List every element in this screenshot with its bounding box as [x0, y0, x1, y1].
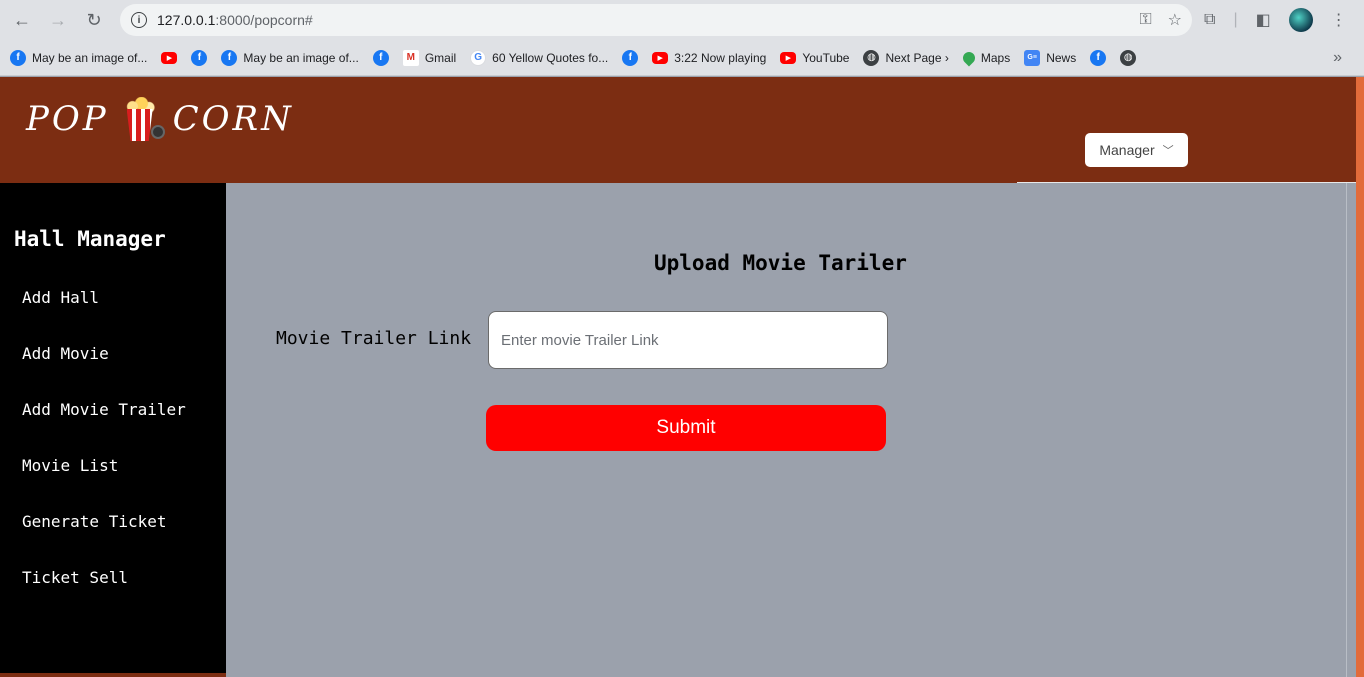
form-title: Upload Movie Tariler [654, 251, 907, 275]
sidebar: Hall Manager Add Hall Add Movie Add Movi… [0, 183, 226, 677]
bookmark-item[interactable]: f [622, 49, 639, 66]
menu-dots-icon[interactable]: ⋮ [1331, 10, 1347, 30]
toolbar-divider: | [1233, 11, 1238, 28]
bookmark-label: 3:22 Now playing [674, 50, 767, 65]
bookmark-label: May be an image of... [32, 50, 148, 65]
youtube-icon: ▶ [161, 51, 178, 64]
url-text[interactable]: 127.0.0.1:8000/popcorn# [157, 12, 313, 28]
sidebar-item-add-movie-trailer[interactable]: Add Movie Trailer [22, 400, 186, 419]
app-header: POP CORN Manager ﹀ [0, 77, 1356, 183]
bookmark-label: May be an image of... [243, 50, 359, 65]
address-bar[interactable]: i 127.0.0.1:8000/popcorn# ⚿ ☆ [120, 4, 1192, 36]
bookmark-item[interactable]: f May be an image of... [10, 49, 148, 66]
reload-icon[interactable]: ↻ [76, 2, 112, 38]
bookmark-item[interactable]: Maps [960, 49, 1011, 66]
chevron-down-icon: ﹀ [1162, 145, 1174, 157]
extensions-icon[interactable]: ⧉ [1204, 11, 1215, 29]
bookmark-label: News [1046, 50, 1077, 65]
sidebar-title: Hall Manager [14, 227, 166, 251]
forward-arrow-icon[interactable]: → [40, 2, 76, 38]
submit-button[interactable]: Submit [486, 405, 886, 451]
manager-dropdown[interactable]: Manager ﹀ [1085, 133, 1188, 167]
facebook-icon: f [1090, 49, 1107, 66]
sidebar-item-movie-list[interactable]: Movie List [22, 456, 118, 475]
sidebar-item-ticket-sell[interactable]: Ticket Sell [22, 568, 128, 587]
bookmark-item[interactable]: ▶ [161, 51, 178, 64]
profile-avatar[interactable] [1288, 8, 1313, 32]
facebook-icon: f [221, 49, 238, 66]
bookmark-label: Maps [980, 50, 1011, 65]
back-arrow-icon[interactable]: ← [4, 2, 40, 38]
news-icon: G≡ [1024, 49, 1041, 66]
trailer-link-input[interactable] [488, 311, 888, 369]
logo-text-right: CORN [172, 99, 294, 139]
sidebar-bottom-edge [0, 673, 226, 677]
facebook-icon: f [10, 49, 26, 66]
popcorn-logo[interactable]: POP CORN [26, 95, 294, 143]
manager-label: Manager [1099, 142, 1155, 158]
bookmark-star-icon[interactable]: ☆ [1168, 10, 1182, 30]
google-icon: G [470, 49, 487, 66]
bookmark-item[interactable]: ◍ [1120, 49, 1137, 66]
logo-text-left: POP [26, 99, 109, 139]
sidebar-item-generate-ticket[interactable]: Generate Ticket [22, 512, 167, 531]
browser-toolbar: ← → ↻ i 127.0.0.1:8000/popcorn# ⚿ ☆ ⧉ | … [0, 0, 1364, 40]
password-key-icon[interactable]: ⚿ [1139, 11, 1151, 29]
bookmark-label: Gmail [424, 50, 457, 65]
youtube-icon: ▶ [652, 51, 669, 64]
site-info-icon[interactable]: i [124, 12, 154, 28]
scrollbar[interactable] [1346, 183, 1356, 677]
sidebar-item-add-movie[interactable]: Add Movie [22, 344, 109, 363]
url-path: :8000/popcorn# [215, 12, 313, 28]
bookmark-item[interactable]: ▶ YouTube [780, 51, 849, 65]
globe-icon: ◍ [863, 49, 880, 66]
url-host: 127.0.0.1 [157, 12, 216, 28]
bookmark-item[interactable]: G 60 Yellow Quotes fo... [470, 49, 609, 66]
gmail-icon: M [402, 49, 419, 66]
facebook-icon: f [191, 49, 208, 66]
chevron-double-right-icon[interactable]: » [1333, 40, 1342, 76]
bookmark-item[interactable]: f [191, 49, 208, 66]
bookmark-label: 60 Yellow Quotes fo... [492, 50, 609, 65]
bookmark-item[interactable]: ▶ 3:22 Now playing [652, 51, 766, 65]
bookmark-item[interactable]: M Gmail [402, 49, 457, 66]
globe-icon: ◍ [1120, 49, 1137, 66]
main-content: Upload Movie Tariler Movie Trailer Link … [226, 183, 1356, 677]
trailer-link-label: Movie Trailer Link [276, 328, 472, 349]
sidebar-item-add-hall[interactable]: Add Hall [22, 288, 99, 307]
facebook-icon: f [622, 49, 639, 66]
side-panel-icon[interactable]: ◧ [1256, 10, 1271, 30]
popcorn-bucket-icon [115, 95, 167, 143]
facebook-icon: f [372, 49, 389, 66]
bookmark-item[interactable]: f [372, 49, 389, 66]
bookmark-item[interactable]: G≡ News [1024, 49, 1077, 66]
window-edge [1356, 77, 1364, 677]
bookmark-item[interactable]: f May be an image of... [221, 49, 359, 66]
youtube-icon: ▶ [780, 51, 797, 64]
bookmark-label: Next Page › [885, 50, 949, 65]
bookmarks-bar: f May be an image of... ▶ f f May be an im… [0, 40, 1364, 76]
bookmark-label: YouTube [802, 50, 850, 65]
bookmark-item[interactable]: f [1090, 49, 1107, 66]
maps-icon [960, 49, 978, 66]
bookmark-item[interactable]: ◍ Next Page › [863, 49, 949, 66]
